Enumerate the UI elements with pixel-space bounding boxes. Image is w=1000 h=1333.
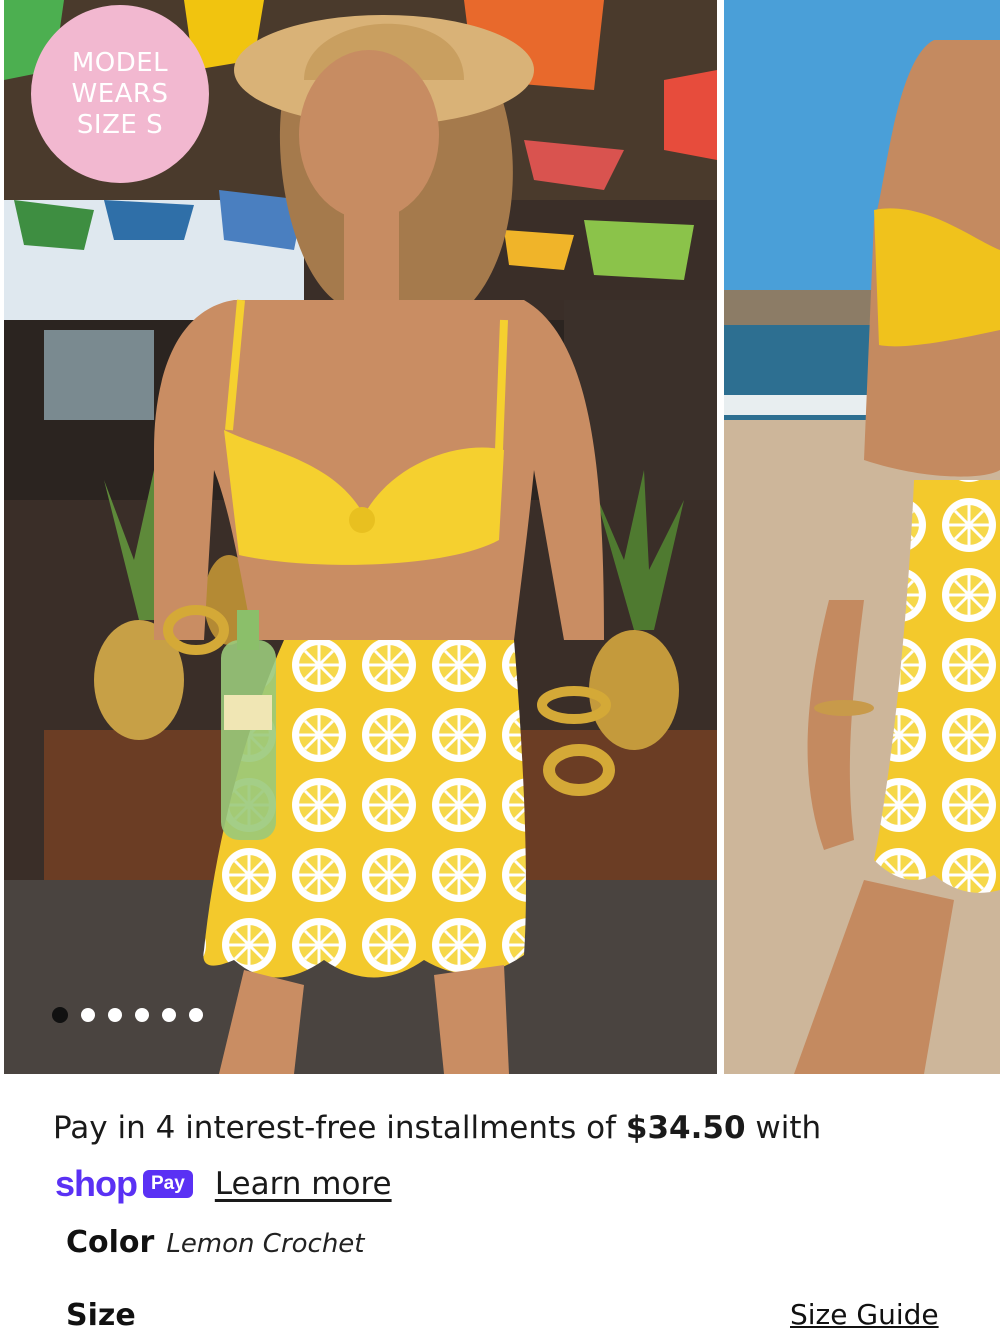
beach-scene-illustration: [724, 0, 1000, 1074]
product-photo-secondary[interactable]: [724, 0, 1000, 1074]
color-label: Color: [66, 1225, 155, 1260]
carousel-dot-2[interactable]: [81, 1008, 95, 1022]
size-label: Size: [66, 1298, 136, 1333]
carousel-dot-5[interactable]: [162, 1008, 176, 1022]
badge-line-1: MODEL: [71, 47, 169, 78]
badge-line-2: WEARS: [71, 78, 169, 109]
carousel-pagination: [52, 1007, 203, 1023]
installments-suffix: with: [745, 1110, 822, 1146]
product-photo-main[interactable]: MODEL WEARS SIZE S: [4, 0, 717, 1074]
learn-more-link[interactable]: Learn more: [215, 1166, 392, 1202]
installments-text: Pay in 4 interest-free installments of $…: [53, 1110, 821, 1146]
shop-pay-pill: Pay: [143, 1170, 193, 1198]
size-guide-link[interactable]: Size Guide: [790, 1298, 939, 1331]
color-value: Lemon Crochet: [166, 1229, 365, 1259]
product-image-gallery[interactable]: MODEL WEARS SIZE S: [0, 0, 1000, 1074]
color-row: Color Lemon Crochet: [66, 1225, 365, 1260]
carousel-dot-4[interactable]: [135, 1008, 149, 1022]
installments-prefix: Pay in 4 interest-free installments of: [53, 1110, 626, 1146]
shop-pay-row: shop Pay Learn more: [55, 1163, 392, 1205]
shop-pay-logo: shop: [55, 1163, 138, 1204]
model-size-badge: MODEL WEARS SIZE S: [31, 5, 209, 183]
installment-amount: $34.50: [625, 1110, 746, 1146]
carousel-dot-6[interactable]: [189, 1008, 203, 1022]
badge-line-3: SIZE S: [76, 109, 164, 140]
carousel-dot-1[interactable]: [52, 1007, 68, 1023]
carousel-dot-3[interactable]: [108, 1008, 122, 1022]
